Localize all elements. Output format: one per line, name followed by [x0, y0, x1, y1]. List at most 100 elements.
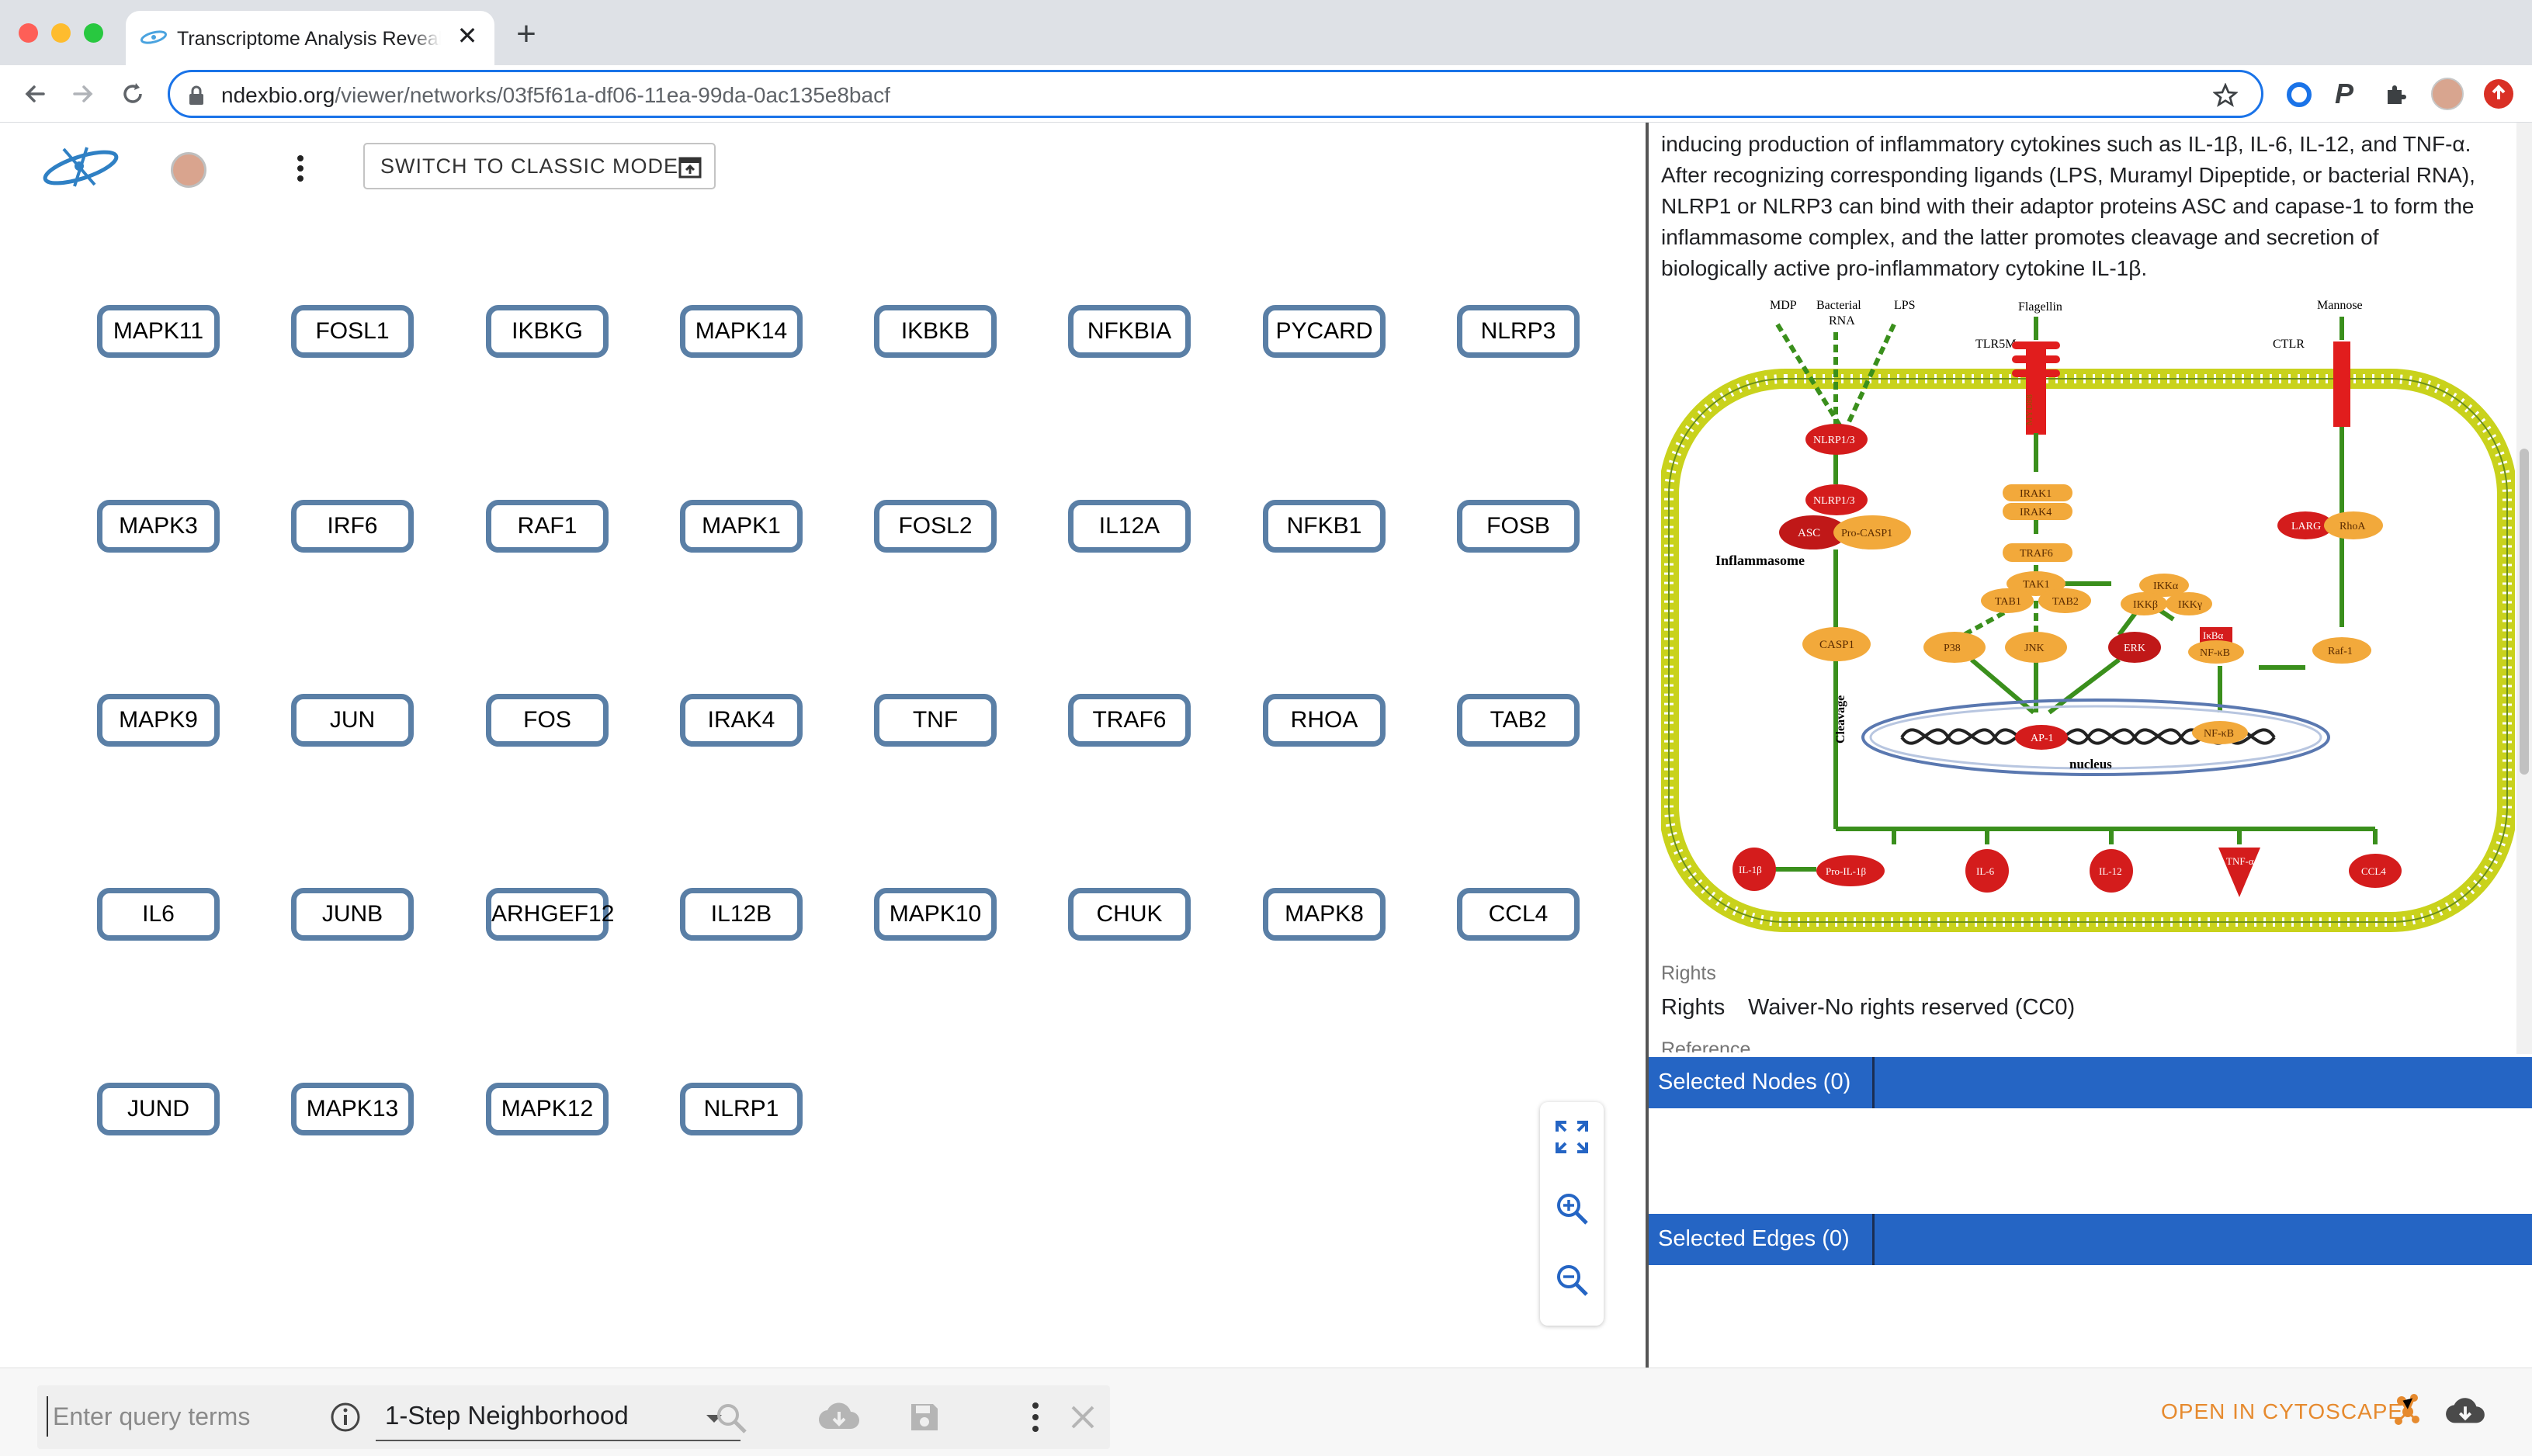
network-node[interactable]: IRAK4: [680, 694, 803, 747]
network-node[interactable]: FOSL2: [874, 500, 997, 553]
more-vert-icon[interactable]: [287, 152, 314, 185]
more-vert-icon[interactable]: [1026, 1399, 1045, 1435]
network-node[interactable]: NFKB1: [1263, 500, 1386, 553]
close-window-button[interactable]: [19, 23, 38, 43]
address-bar[interactable]: ndexbio.org/viewer/networks/03f5f61a-df0…: [168, 70, 2263, 118]
maximize-window-button[interactable]: [84, 23, 103, 43]
browser-profile-avatar[interactable]: [2431, 78, 2464, 110]
network-node[interactable]: CCL4: [1457, 888, 1580, 941]
network-node[interactable]: MAPK10: [874, 888, 997, 941]
network-node[interactable]: IL6: [97, 888, 220, 941]
network-node[interactable]: IL12A: [1068, 500, 1191, 553]
fig-label: TRAF6: [2020, 548, 2053, 560]
bookmark-star-icon[interactable]: [2213, 83, 2238, 108]
tab-close-icon[interactable]: ✕: [452, 20, 483, 51]
network-node[interactable]: MAPK11: [97, 305, 220, 358]
node-label: FOSL2: [898, 513, 973, 539]
search-icon[interactable]: [714, 1401, 748, 1435]
fig-label: RhoA: [2339, 521, 2366, 532]
network-node[interactable]: ARHGEF12: [486, 888, 614, 941]
node-label: TRAF6: [1092, 707, 1167, 733]
selected-nodes-header[interactable]: Selected Nodes (0): [1649, 1057, 2532, 1108]
fig-label: NLRP1/3: [1813, 495, 1855, 507]
zoom-out-icon[interactable]: [1554, 1262, 1590, 1298]
fit-screen-icon[interactable]: [1554, 1119, 1590, 1155]
network-node[interactable]: PYCARD: [1263, 305, 1386, 358]
open-in-cytoscape-label: OPEN IN CYTOSCAPE: [2161, 1399, 2404, 1423]
update-alert-icon[interactable]: [2484, 79, 2513, 109]
clear-query-icon[interactable]: [1068, 1402, 1098, 1432]
node-label: MAPK3: [119, 513, 198, 539]
fig-label: CCL4: [2361, 865, 2386, 877]
scrollbar-thumb[interactable]: [2520, 449, 2529, 775]
network-node[interactable]: JUND: [97, 1083, 220, 1135]
fig-label: IRAK4: [2020, 507, 2052, 518]
browser-tab[interactable]: Transcriptome Analysis Reveals ✕: [126, 11, 494, 65]
network-node[interactable]: FOSL1: [291, 305, 414, 358]
info-panel-scrollbar[interactable]: [2516, 123, 2532, 1054]
new-tab-button[interactable]: +: [508, 17, 544, 53]
network-node[interactable]: IL12B: [680, 888, 803, 941]
network-node[interactable]: RHOA: [1263, 694, 1386, 747]
user-avatar[interactable]: [171, 152, 206, 188]
extension-p-icon[interactable]: P: [2335, 78, 2363, 109]
network-node[interactable]: IKBKG: [486, 305, 609, 358]
fig-label: nucleus: [2069, 757, 2112, 771]
network-node[interactable]: MAPK1: [680, 500, 803, 553]
fig-label: P38: [1944, 643, 1961, 654]
extension-circle-icon[interactable]: [2285, 81, 2313, 109]
fig-label: IKKβ: [2133, 599, 2158, 611]
network-node[interactable]: MAPK3: [97, 500, 220, 553]
network-node[interactable]: JUN: [291, 694, 414, 747]
ndex-logo-icon[interactable]: [40, 140, 121, 194]
network-node[interactable]: TRAF6: [1068, 694, 1191, 747]
back-icon[interactable]: [17, 76, 53, 112]
network-node[interactable]: JUNB: [291, 888, 414, 941]
node-label: FOS: [523, 707, 571, 733]
save-icon[interactable]: [908, 1401, 941, 1433]
network-node[interactable]: RAF1: [486, 500, 609, 553]
network-node[interactable]: MAPK12: [486, 1083, 609, 1135]
fig-label: Cleavage: [1834, 695, 1847, 744]
network-node[interactable]: NFKBIA: [1068, 305, 1191, 358]
selected-edges-header[interactable]: Selected Edges (0): [1649, 1214, 2532, 1265]
reload-icon[interactable]: [115, 76, 151, 112]
query-mode-select[interactable]: 1-Step Neighborhood: [376, 1393, 741, 1441]
switch-classic-mode-button[interactable]: SWITCH TO CLASSIC MODE: [363, 143, 716, 189]
fig-label: Flagellin: [2018, 300, 2062, 314]
node-label: IRF6: [327, 513, 378, 539]
node-label: IKBKG: [512, 318, 583, 344]
info-icon[interactable]: [329, 1401, 362, 1433]
node-label: NLRP1: [703, 1096, 779, 1121]
description-line: inducing production of inflammatory cyto…: [1661, 132, 2471, 156]
network-node[interactable]: NLRP1: [680, 1083, 803, 1135]
rights-section-label: Rights: [1661, 962, 1716, 984]
download-network-icon[interactable]: [2445, 1395, 2485, 1429]
network-node[interactable]: MAPK8: [1263, 888, 1386, 941]
fig-label: CASP1: [1819, 639, 1854, 651]
network-node[interactable]: CHUK: [1068, 888, 1191, 941]
network-node[interactable]: MAPK14: [680, 305, 803, 358]
network-canvas[interactable]: [0, 123, 1646, 1368]
open-in-cytoscape-button[interactable]: OPEN IN CYTOSCAPE: [2161, 1399, 2403, 1424]
network-node[interactable]: MAPK13: [291, 1083, 414, 1135]
fig-label: IL-6: [1976, 865, 1995, 877]
extensions-puzzle-icon[interactable]: [2383, 81, 2411, 109]
network-node[interactable]: FOSB: [1457, 500, 1580, 553]
network-node[interactable]: NLRP3: [1457, 305, 1580, 358]
zoom-in-icon[interactable]: [1554, 1191, 1590, 1226]
cytoscape-logo-icon[interactable]: [2391, 1392, 2422, 1427]
forward-icon[interactable]: [65, 76, 101, 112]
network-node[interactable]: TAB2: [1457, 694, 1580, 747]
cloud-download-icon[interactable]: [818, 1399, 860, 1435]
node-label: IL6: [142, 901, 175, 927]
network-node[interactable]: TNF: [874, 694, 997, 747]
network-node[interactable]: MAPK9: [97, 694, 220, 747]
minimize-window-button[interactable]: [51, 23, 71, 43]
node-label: FOSL1: [315, 318, 390, 344]
network-node[interactable]: IRF6: [291, 500, 414, 553]
network-node[interactable]: IKBKB: [874, 305, 997, 358]
query-input[interactable]: [47, 1396, 326, 1437]
network-node[interactable]: FOS: [486, 694, 609, 747]
fig-label: TAK1: [2023, 579, 2050, 591]
